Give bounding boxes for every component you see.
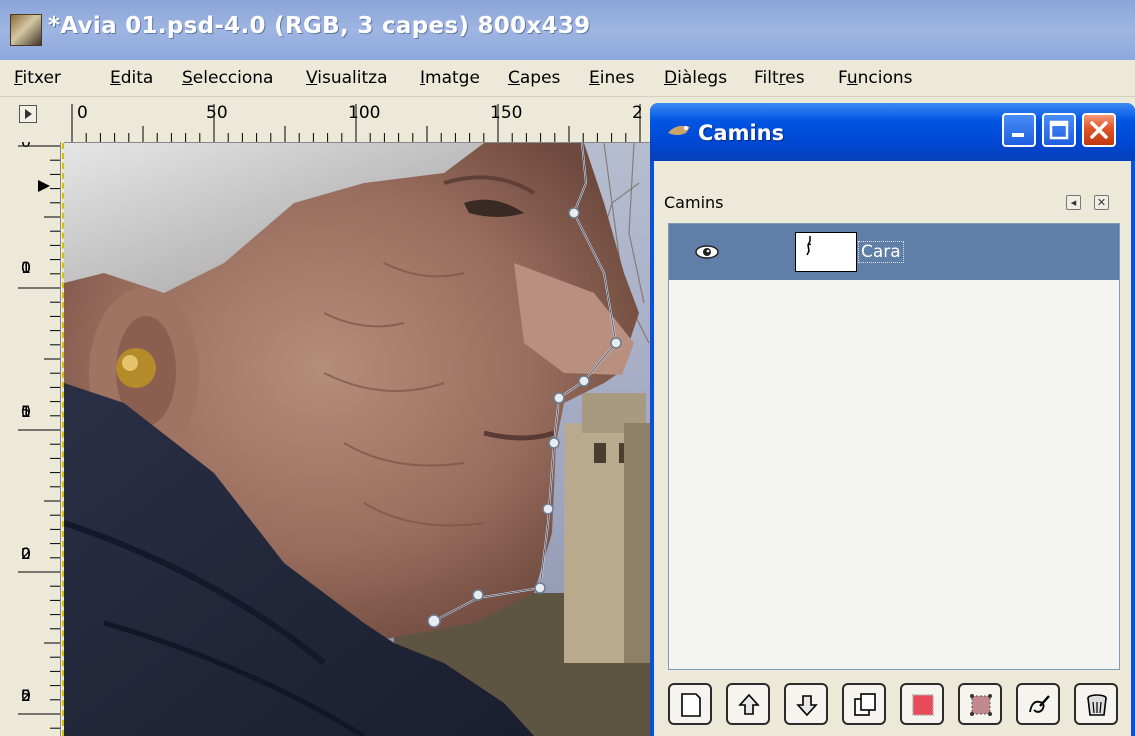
menu-imatge[interactable]: Imatge — [420, 68, 480, 88]
new-path-button[interactable] — [668, 683, 712, 725]
duplicate-path-button[interactable] — [842, 683, 886, 725]
new-document-icon — [681, 693, 701, 717]
arrow-down-icon — [796, 695, 818, 717]
path-thumbnail — [795, 232, 857, 272]
selection-to-path-button[interactable] — [958, 683, 1002, 725]
path-row-cara[interactable]: Cara — [669, 224, 1119, 280]
horizontal-ruler[interactable]: 0 50 100 150 2 — [64, 102, 650, 143]
ruler-label: 50 — [206, 103, 228, 123]
path-name-label[interactable]: Cara — [858, 241, 904, 263]
menu-dialegs[interactable]: Diàlegs — [664, 68, 727, 88]
stroke-path-icon — [1029, 695, 1050, 713]
dialog-title: Camins — [698, 121, 785, 145]
window-titlebar[interactable]: *Avia 01.psd-4.0 (RGB, 3 capes) 800x439 — [0, 0, 1135, 60]
dialog-body: Camins ◂ ✕ Cara — [654, 161, 1131, 736]
window-title: *Avia 01.psd-4.0 (RGB, 3 capes) 800x439 — [48, 13, 591, 39]
paths-button-bar — [666, 683, 1126, 725]
ruler-label: 0 — [77, 103, 88, 123]
close-tab-icon[interactable]: ✕ — [1094, 195, 1109, 210]
menu-capes[interactable]: Capes — [508, 68, 560, 88]
ruler-label: 100 — [348, 103, 381, 123]
vertical-ruler[interactable]: 0 1 0 0 1 5 0 2 0 0 2 5 0 — [16, 142, 61, 736]
path-to-selection-icon — [912, 694, 934, 716]
gimp-wilber-icon — [668, 125, 690, 135]
ruler-label: 2 — [632, 103, 643, 123]
raise-path-button[interactable] — [726, 683, 770, 725]
path-to-selection-button[interactable] — [900, 683, 944, 725]
image-canvas[interactable] — [62, 143, 652, 736]
minimize-button[interactable] — [1002, 113, 1036, 147]
quick-mask-toggle-button[interactable] — [19, 105, 37, 123]
menu-bar: Fitxer Edita Selecciona Visualitza Imatg… — [0, 60, 1135, 97]
close-button[interactable] — [1082, 113, 1116, 147]
paths-list[interactable]: Cara — [668, 223, 1120, 670]
menu-eines[interactable]: Eines — [589, 68, 635, 88]
tab-menu-icon[interactable]: ◂ — [1066, 195, 1081, 210]
eye-visibility-icon[interactable] — [695, 244, 719, 260]
lower-path-button[interactable] — [784, 683, 828, 725]
menu-filtres[interactable]: Filtres — [754, 68, 805, 88]
ruler-label: 150 — [490, 103, 523, 123]
stroke-path-button[interactable] — [1016, 683, 1060, 725]
duplicate-icon — [854, 693, 876, 716]
photo-elderly-woman — [64, 143, 652, 736]
maximize-button[interactable] — [1042, 113, 1076, 147]
menu-visualitza[interactable]: Visualitza — [306, 68, 388, 88]
paths-dialog-window[interactable]: Camins Camins ◂ ✕ Cara — [650, 103, 1135, 736]
dockable-tab-label: Camins — [664, 193, 724, 212]
menu-fitxer[interactable]: Fitxer — [14, 68, 61, 88]
selection-to-path-icon — [970, 694, 992, 716]
menu-selecciona[interactable]: Selecciona — [182, 68, 273, 88]
menu-edita[interactable]: Edita — [110, 68, 153, 88]
arrow-up-icon — [738, 693, 760, 715]
close-icon — [1090, 121, 1108, 139]
maximize-icon — [1049, 120, 1069, 140]
trash-icon — [1087, 694, 1107, 716]
image-thumbnail-icon — [10, 14, 42, 46]
dialog-titlebar[interactable]: Camins — [650, 103, 1135, 161]
path-preview-icon — [806, 236, 812, 256]
delete-path-button[interactable] — [1074, 683, 1118, 725]
minimize-icon — [1012, 133, 1024, 137]
cursor-position-marker — [38, 180, 50, 192]
menu-funcions[interactable]: Funcions — [838, 68, 913, 88]
